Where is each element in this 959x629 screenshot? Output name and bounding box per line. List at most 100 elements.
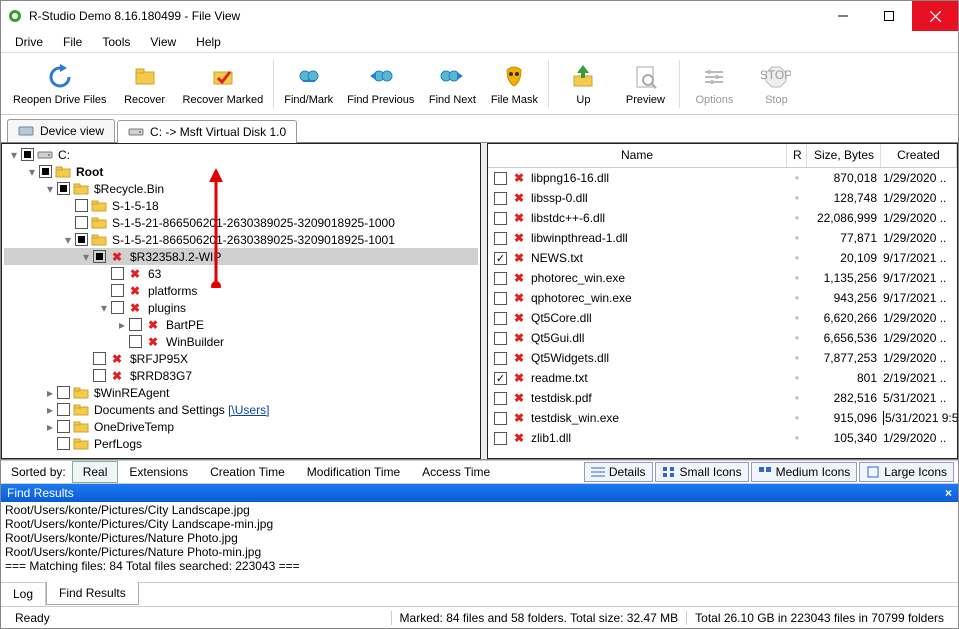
tree-checkbox[interactable] — [129, 335, 142, 348]
tree-node[interactable]: ✖$RRD83G7 — [4, 367, 478, 384]
sort-access-time[interactable]: Access Time — [411, 461, 501, 483]
tree-checkbox[interactable] — [21, 148, 34, 161]
tree-node[interactable]: ▾C: — [4, 146, 478, 163]
file-checkbox[interactable] — [494, 172, 507, 185]
find-result-line[interactable]: Root/Users/konte/Pictures/Nature Photo-m… — [5, 545, 954, 559]
menu-file[interactable]: File — [53, 33, 92, 51]
sort-extensions[interactable]: Extensions — [118, 461, 199, 483]
file-list-body[interactable]: ✖libpng16-16.dll•870,0181/29/2020 ..✖lib… — [488, 168, 957, 458]
find-results-body[interactable]: Root/Users/konte/Pictures/City Landscape… — [1, 502, 958, 582]
toolbar-file-mask[interactable]: File Mask — [484, 55, 544, 113]
file-row[interactable]: ✖readme.txt•8012/19/2021 .. — [488, 368, 957, 388]
tree-node[interactable]: ▸✖BartPE — [4, 316, 478, 333]
expand-toggle[interactable]: ▸ — [116, 319, 128, 331]
file-checkbox[interactable] — [494, 412, 507, 425]
find-results-close[interactable]: × — [945, 486, 952, 500]
tree-checkbox[interactable] — [39, 165, 52, 178]
expand-toggle[interactable]: ▾ — [26, 166, 38, 178]
tree-checkbox[interactable] — [111, 284, 124, 297]
tree-node[interactable]: ▾$Recycle.Bin — [4, 180, 478, 197]
file-row[interactable]: ✖qphotorec_win.exe•943,2569/17/2021 .. — [488, 288, 957, 308]
expand-toggle[interactable]: ▸ — [44, 404, 56, 416]
tree-node[interactable]: ▸OneDriveTemp — [4, 418, 478, 435]
view-details[interactable]: Details — [584, 462, 653, 482]
toolbar-recover[interactable]: Recover — [115, 55, 175, 113]
tree-node[interactable]: ▾Root — [4, 163, 478, 180]
toolbar-find-mark[interactable]: Find/Mark — [278, 55, 339, 113]
expand-toggle[interactable] — [62, 217, 74, 229]
sort-real[interactable]: Real — [72, 461, 119, 483]
expand-toggle[interactable] — [80, 370, 92, 382]
toolbar-find-previous[interactable]: Find Previous — [341, 55, 420, 113]
file-row[interactable]: ✖libssp-0.dll•128,7481/29/2020 .. — [488, 188, 957, 208]
tree-checkbox[interactable] — [57, 403, 70, 416]
tree-node[interactable]: ▾✖$R32358J.2-WIP — [4, 248, 478, 265]
tree-node[interactable]: ✖WinBuilder — [4, 333, 478, 350]
expand-toggle[interactable]: ▾ — [8, 149, 20, 161]
expand-toggle[interactable]: ▸ — [44, 387, 56, 399]
expand-toggle[interactable]: ▾ — [98, 302, 110, 314]
tree-checkbox[interactable] — [75, 216, 88, 229]
find-result-line[interactable]: === Matching files: 84 Total files searc… — [5, 559, 954, 573]
tree-checkbox[interactable] — [57, 420, 70, 433]
column-r[interactable]: R — [787, 144, 807, 167]
tab-drive-view[interactable]: C: -> Msft Virtual Disk 1.0 — [117, 120, 297, 143]
tree-node[interactable]: ▸$WinREAgent — [4, 384, 478, 401]
file-checkbox[interactable] — [494, 212, 507, 225]
expand-toggle[interactable] — [98, 285, 110, 297]
tree-checkbox[interactable] — [111, 301, 124, 314]
minimize-button[interactable] — [820, 1, 866, 31]
toolbar-reopen-drive-files[interactable]: Reopen Drive Files — [7, 55, 113, 113]
file-checkbox[interactable] — [494, 252, 507, 265]
file-row[interactable]: ✖libpng16-16.dll•870,0181/29/2020 .. — [488, 168, 957, 188]
tree-checkbox[interactable] — [93, 369, 106, 382]
close-button[interactable] — [912, 1, 958, 31]
file-checkbox[interactable] — [494, 392, 507, 405]
expand-toggle[interactable]: ▾ — [80, 251, 92, 263]
file-row[interactable]: ✖libstdc++-6.dll•22,086,9991/29/2020 .. — [488, 208, 957, 228]
tree-node[interactable]: ✖63 — [4, 265, 478, 282]
column-name[interactable]: Name — [488, 144, 787, 167]
bottom-tab-find-results[interactable]: Find Results — [46, 582, 139, 605]
file-row[interactable]: ✖photorec_win.exe•1,135,2569/17/2021 .. — [488, 268, 957, 288]
find-result-line[interactable]: Root/Users/konte/Pictures/City Landscape… — [5, 517, 954, 531]
file-row[interactable]: ✖Qt5Core.dll•6,620,2661/29/2020 .. — [488, 308, 957, 328]
menu-help[interactable]: Help — [186, 33, 231, 51]
expand-toggle[interactable] — [62, 200, 74, 212]
file-row[interactable]: ✖zlib1.dll•105,3401/29/2020 .. — [488, 428, 957, 448]
expand-toggle[interactable]: ▾ — [44, 183, 56, 195]
tree-checkbox[interactable] — [57, 386, 70, 399]
file-checkbox[interactable] — [494, 292, 507, 305]
tree-node[interactable]: S-1-5-18 — [4, 197, 478, 214]
find-result-line[interactable]: Root/Users/konte/Pictures/Nature Photo.j… — [5, 531, 954, 545]
expand-toggle[interactable] — [98, 268, 110, 280]
sort-modification-time[interactable]: Modification Time — [296, 461, 411, 483]
tree-node[interactable]: S-1-5-21-866506201-2630389025-3209018925… — [4, 214, 478, 231]
menu-tools[interactable]: Tools — [92, 33, 140, 51]
tree-checkbox[interactable] — [93, 250, 106, 263]
tree-node[interactable]: ✖platforms — [4, 282, 478, 299]
file-checkbox[interactable] — [494, 232, 507, 245]
toolbar-recover-marked[interactable]: Recover Marked — [177, 55, 270, 113]
view-medium-icons[interactable]: Medium Icons — [751, 462, 858, 482]
view-large-icons[interactable]: Large Icons — [859, 462, 954, 482]
file-checkbox[interactable] — [494, 192, 507, 205]
menu-drive[interactable]: Drive — [5, 33, 53, 51]
expand-toggle[interactable] — [116, 336, 128, 348]
view-small-icons[interactable]: Small Icons — [655, 462, 749, 482]
bottom-tab-log[interactable]: Log — [1, 583, 46, 606]
file-checkbox[interactable] — [494, 372, 507, 385]
expand-toggle[interactable] — [44, 438, 56, 450]
file-checkbox[interactable] — [494, 352, 507, 365]
tree-checkbox[interactable] — [129, 318, 142, 331]
tree-node[interactable]: ▸Documents and Settings [\Users] — [4, 401, 478, 418]
toolbar-find-next[interactable]: Find Next — [422, 55, 482, 113]
file-checkbox[interactable] — [494, 432, 507, 445]
file-row[interactable]: ✖NEWS.txt•20,1099/17/2021 .. — [488, 248, 957, 268]
tree-node[interactable]: PerfLogs — [4, 435, 478, 452]
toolbar-stop[interactable]: STOPStop — [746, 55, 806, 113]
tree-checkbox[interactable] — [57, 437, 70, 450]
file-row[interactable]: ✖Qt5Widgets.dll•7,877,2531/29/2020 .. — [488, 348, 957, 368]
column-created[interactable]: Created — [881, 144, 957, 167]
maximize-button[interactable] — [866, 1, 912, 31]
